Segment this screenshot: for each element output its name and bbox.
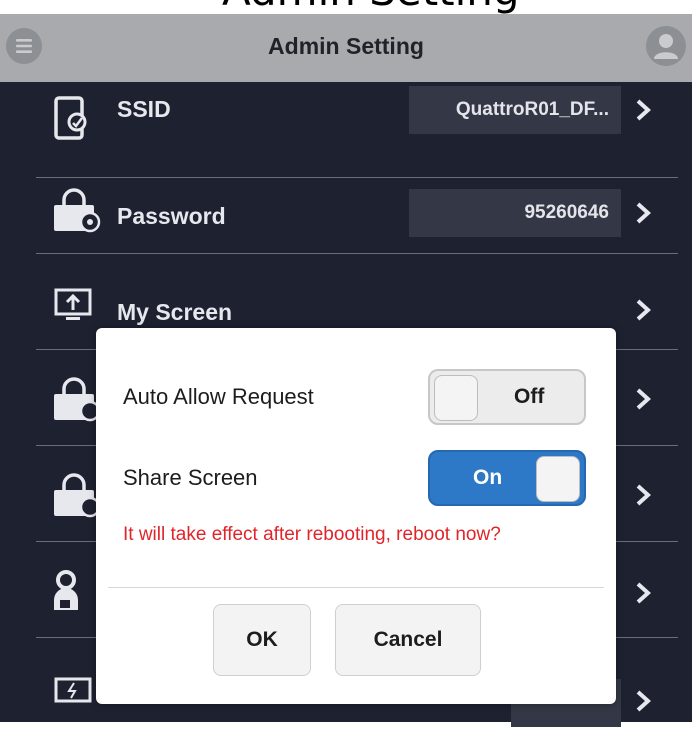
password-value: 95260646 <box>409 189 621 237</box>
toggle-knob <box>536 456 580 502</box>
auto-allow-toggle[interactable]: Off <box>428 369 586 425</box>
toggle-state-label: Off <box>514 385 545 408</box>
chevron-right-icon <box>636 99 651 121</box>
app-header: Admin Setting <box>0 14 692 82</box>
user-avatar-icon <box>654 34 678 59</box>
settings-item-password[interactable]: Password 95260646 <box>0 158 692 254</box>
ssid-value: QuattroR01_DF... <box>409 86 621 134</box>
settings-item-label: My Screen <box>117 299 233 325</box>
toggle-knob <box>434 375 478 421</box>
cancel-button[interactable]: Cancel <box>335 604 481 676</box>
chevron-right-icon <box>636 484 651 506</box>
share-screen-label: Share Screen <box>123 465 258 490</box>
chevron-right-icon <box>636 299 651 321</box>
top-title-fragment: Admin Setting <box>0 0 692 14</box>
chevron-right-icon <box>636 388 651 410</box>
lock-settings-icon <box>52 188 102 234</box>
top-title-text: Admin Setting <box>222 0 520 14</box>
settings-item-label: SSID <box>117 96 171 122</box>
settings-item-label: Password <box>117 203 226 229</box>
screen-power-icon <box>52 675 102 721</box>
avatar-button[interactable] <box>646 26 686 66</box>
page-title: Admin Setting <box>268 33 424 59</box>
lock-settings-icon <box>52 377 102 423</box>
chevron-right-icon <box>636 202 651 224</box>
dialog-divider <box>108 587 604 588</box>
tablet-edit-icon <box>52 96 102 142</box>
chevron-right-icon <box>636 690 651 712</box>
share-screen-toggle[interactable]: On <box>428 450 586 506</box>
user-lock-icon <box>52 570 102 616</box>
lock-settings-icon <box>52 473 102 519</box>
screen-upload-icon <box>52 284 102 330</box>
chevron-right-icon <box>636 582 651 604</box>
auto-allow-label: Auto Allow Request <box>123 384 314 409</box>
settings-dialog: Auto Allow Request Off Share Screen On I… <box>96 328 616 704</box>
toggle-state-label: On <box>473 466 503 489</box>
reboot-warning: It will take effect after rebooting, reb… <box>123 524 501 545</box>
ok-button[interactable]: OK <box>213 604 311 676</box>
